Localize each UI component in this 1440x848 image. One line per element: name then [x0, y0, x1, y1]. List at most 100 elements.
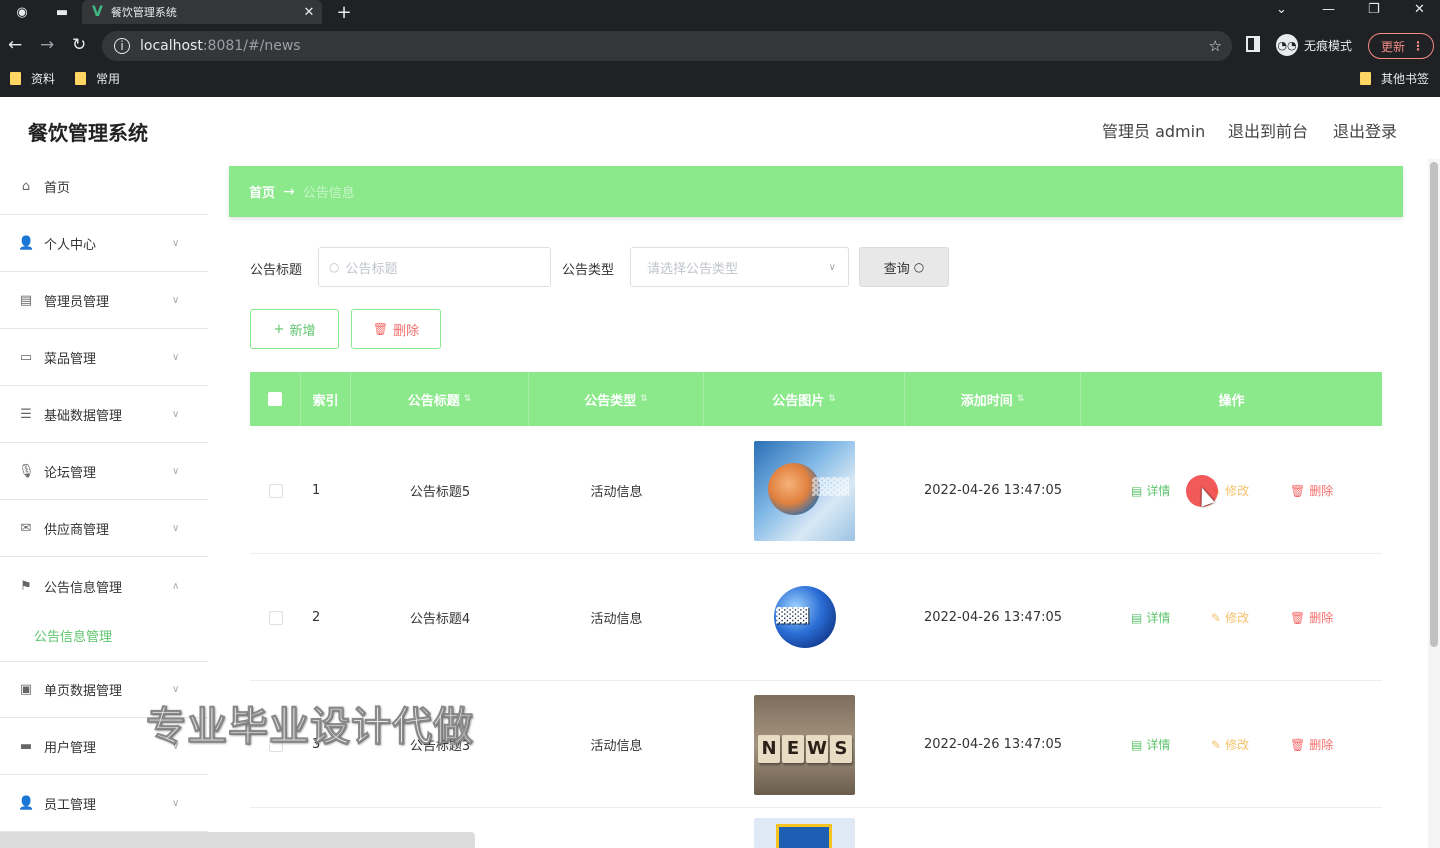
- col-type-label: 公告类型: [584, 393, 637, 409]
- new-tab-icon[interactable]: +: [334, 2, 354, 23]
- add-button[interactable]: + 新增: [250, 309, 339, 349]
- title-search-placeholder: 公告标题: [345, 261, 398, 277]
- col-time[interactable]: 添加时间 ⇅: [905, 372, 1081, 426]
- restore-icon[interactable]: ❐: [1368, 2, 1380, 17]
- bookmark-star-icon[interactable]: ☆: [1209, 37, 1222, 55]
- browser-tab[interactable]: V 餐饮管理系统 ✕: [82, 0, 322, 24]
- sidebar-item-profile[interactable]: 👤 个人中心 ∨: [0, 216, 208, 272]
- letter-tile: E: [782, 734, 804, 763]
- minimize-icon[interactable]: —: [1322, 2, 1335, 17]
- sidebar-item-notices[interactable]: ⚑ 公告信息管理 ∧: [0, 558, 208, 614]
- sort-icon[interactable]: ⇅: [464, 394, 472, 404]
- chevron-down-icon: ∨: [172, 295, 180, 306]
- back-icon[interactable]: ←: [8, 35, 22, 55]
- type-select[interactable]: 请选择公告类型 ∨: [630, 247, 849, 287]
- page-icon: ▣: [19, 682, 33, 697]
- row-select-cell[interactable]: [250, 554, 301, 681]
- sort-icon[interactable]: ⇅: [1017, 394, 1025, 404]
- sort-icon[interactable]: ⇅: [828, 394, 836, 404]
- query-button[interactable]: 查询 ○: [859, 247, 949, 287]
- news-thumbnail[interactable]: ▓▓▓: [754, 440, 855, 541]
- chevron-down-icon: ∨: [172, 798, 180, 809]
- exit-to-front-link[interactable]: 退出到前台: [1228, 118, 1308, 142]
- address-bar[interactable]: i localhost :8081/#/news ☆: [102, 31, 1232, 61]
- col-actions: 操作: [1081, 372, 1382, 426]
- reload-icon[interactable]: ↻: [72, 35, 86, 55]
- search-icon: ○: [913, 260, 925, 274]
- document-icon: ▤: [1131, 483, 1143, 498]
- batch-delete-button[interactable]: 🗑 删除: [351, 309, 441, 349]
- row-select-cell[interactable]: [250, 427, 301, 554]
- type-select-placeholder: 请选择公告类型: [647, 261, 739, 277]
- sidebar-item-admins[interactable]: ▤ 管理员管理 ∨: [0, 273, 208, 329]
- detail-label: 详情: [1146, 738, 1171, 752]
- sidebar-subitem-notices[interactable]: 公告信息管理: [34, 626, 112, 645]
- other-bookmarks[interactable]: 其他书签: [1360, 70, 1429, 87]
- sidebar-item-label: 论坛管理: [44, 466, 97, 481]
- bookmark-label: 常用: [96, 72, 121, 86]
- col-image[interactable]: 公告图片 ⇅: [704, 372, 905, 426]
- edit-label: 修改: [1225, 484, 1250, 498]
- select-all-cell[interactable]: [250, 372, 301, 426]
- row-delete-button[interactable]: 🗑 删除: [1290, 681, 1333, 808]
- trash-icon: 🗑: [1290, 610, 1306, 625]
- row-time: 2022-04-26 13:47:05: [923, 737, 1063, 752]
- select-all-checkbox[interactable]: [268, 392, 282, 406]
- row-checkbox[interactable]: [268, 483, 283, 498]
- bookmarks-bar: 资料 常用 其他书签: [0, 66, 1440, 90]
- row-edit-button[interactable]: ✎修改: [1211, 681, 1249, 808]
- staff-icon: 👤: [18, 796, 35, 811]
- sidebar-item-forum[interactable]: 🎙 论坛管理 ∨: [0, 444, 208, 500]
- title-search-input[interactable]: ○ 公告标题: [318, 247, 551, 287]
- update-button[interactable]: 更新 ⋮: [1368, 33, 1434, 59]
- row-edit-button[interactable]: ✎修改: [1211, 554, 1249, 681]
- sort-icon[interactable]: ⇅: [640, 394, 648, 404]
- news-thumbnail[interactable]: ▓▓▓: [754, 567, 855, 668]
- row-detail-button[interactable]: ▤ 详情: [1131, 554, 1170, 681]
- bookmark-folder-1[interactable]: 资料: [10, 70, 55, 87]
- sidebar-item-dishes[interactable]: ▭ 菜品管理 ∨: [0, 330, 208, 386]
- folder-icon: [75, 72, 86, 85]
- scrollbar-thumb[interactable]: [1430, 162, 1438, 647]
- globe-icon[interactable]: ◉: [12, 2, 32, 22]
- news-graphic-text: ▓▓▓: [776, 607, 809, 624]
- col-title[interactable]: 公告标题 ⇅: [351, 372, 529, 426]
- sidebar-item-home[interactable]: ⌂ 首页: [0, 159, 208, 215]
- trash-icon: 🗑: [1290, 483, 1306, 498]
- update-label: 更新: [1381, 39, 1406, 54]
- news-badge-graphic: [776, 824, 832, 848]
- row-detail-button[interactable]: ▤ 详情: [1131, 681, 1170, 808]
- breadcrumb-home[interactable]: 首页: [249, 182, 275, 201]
- bookmark-label: 资料: [31, 72, 56, 86]
- table-header: 索引 公告标题 ⇅ 公告类型 ⇅ 公告图片 ⇅ 添加时间 ⇅ 操作: [250, 372, 1382, 426]
- tab-search-icon[interactable]: ▬: [52, 2, 72, 22]
- close-window-icon[interactable]: ✕: [1414, 2, 1425, 17]
- tab-list-icon[interactable]: ⌄: [1276, 2, 1287, 17]
- side-panel-icon[interactable]: [1246, 36, 1260, 52]
- incognito-indicator[interactable]: ◔◔ 无痕模式: [1276, 34, 1352, 56]
- row-checkbox[interactable]: [268, 610, 283, 625]
- site-info-icon[interactable]: i: [114, 38, 130, 54]
- close-tab-icon[interactable]: ✕: [296, 5, 322, 20]
- sidebar-item-suppliers[interactable]: ✉ 供应商管理 ∨: [0, 501, 208, 557]
- news-thumbnail[interactable]: [754, 818, 855, 848]
- logout-link[interactable]: 退出登录: [1333, 118, 1397, 142]
- col-type[interactable]: 公告类型 ⇅: [529, 372, 704, 426]
- sidebar-item-staff[interactable]: 👤 员工管理 ∨: [0, 776, 208, 832]
- row-delete-button[interactable]: 🗑 删除: [1290, 427, 1333, 554]
- col-image-label: 公告图片: [772, 393, 825, 409]
- incognito-label: 无痕模式: [1304, 38, 1353, 53]
- more-menu-icon[interactable]: ⋮: [1412, 39, 1424, 53]
- sidebar-item-basic-data[interactable]: ☰ 基础数据管理 ∨: [0, 387, 208, 443]
- chevron-down-icon: ∨: [828, 261, 836, 273]
- app-title: 餐饮管理系统: [28, 121, 148, 145]
- news-thumbnail[interactable]: N E W S: [754, 694, 855, 795]
- bookmark-folder-2[interactable]: 常用: [75, 70, 120, 87]
- row-delete-button[interactable]: 🗑 删除: [1290, 554, 1333, 681]
- document-icon: ▤: [1131, 737, 1143, 752]
- row-type: 活动信息: [590, 485, 643, 500]
- row-detail-button[interactable]: ▤ 详情: [1131, 427, 1170, 554]
- forward-icon[interactable]: →: [40, 35, 54, 55]
- flag-icon: ⚑: [20, 578, 32, 594]
- table-row: 2 公告标题4 活动信息 ▓▓▓ 2022-04-26 13:47:05 ▤ 详情…: [250, 554, 1382, 681]
